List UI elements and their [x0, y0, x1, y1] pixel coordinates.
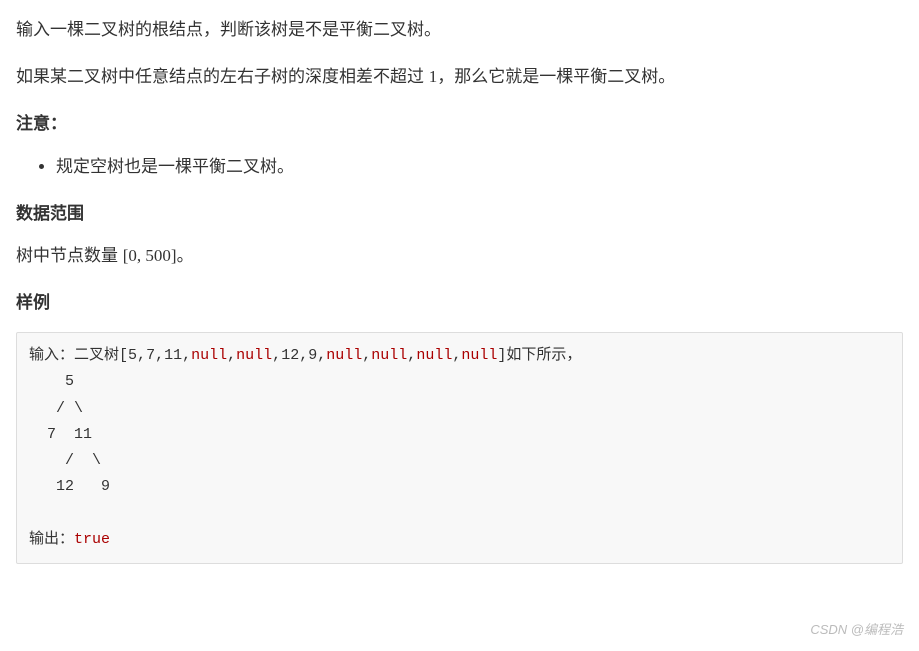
comma: ,	[227, 347, 236, 364]
val-7: 7	[146, 347, 155, 364]
watermark: CSDN @编程浩	[810, 619, 903, 641]
comma: ,	[182, 347, 191, 364]
data-range-heading: 数据范围	[16, 200, 903, 229]
null-5: null	[416, 347, 452, 364]
code-input-label: 输入：二叉树	[29, 347, 119, 364]
tree-line-4: / \	[29, 452, 101, 469]
comma: ,	[155, 347, 164, 364]
comma: ,	[137, 347, 146, 364]
null-1: null	[191, 347, 227, 364]
number-one: 1	[429, 67, 438, 86]
tree-line-3: 7 11	[29, 426, 92, 443]
comma: ,	[272, 347, 281, 364]
null-4: null	[371, 347, 407, 364]
null-3: null	[326, 347, 362, 364]
range-interval: [0, 500]	[123, 246, 177, 265]
code-output-value: true	[74, 531, 110, 548]
val-5: 5	[128, 347, 137, 364]
problem-statement-1: 输入一棵二叉树的根结点，判断该树是不是平衡二叉树。	[16, 16, 903, 45]
comma: ,	[317, 347, 326, 364]
code-after-array: 如下所示，	[506, 347, 581, 364]
comma: ,	[362, 347, 371, 364]
val-11: 11	[164, 347, 182, 364]
text-after-num: ，那么它就是一棵平衡二叉树。	[437, 67, 675, 86]
comma: ,	[299, 347, 308, 364]
comma: ,	[452, 347, 461, 364]
text-before-num: 如果某二叉树中任意结点的左右子树的深度相差不超过	[16, 67, 429, 86]
null-6: null	[461, 347, 497, 364]
val-12: 12	[281, 347, 299, 364]
notice-list: 规定空树也是一棵平衡二叉树。	[16, 153, 903, 182]
sample-heading: 样例	[16, 289, 903, 318]
tree-line-2: / \	[29, 400, 83, 417]
tree-line-1: 5	[29, 373, 74, 390]
range-prefix: 树中节点数量	[16, 246, 123, 265]
notice-heading: 注意：	[16, 110, 903, 139]
data-range-text: 树中节点数量 [0, 500]。	[16, 242, 903, 271]
range-suffix: 。	[177, 246, 194, 265]
notice-item-1: 规定空树也是一棵平衡二叉树。	[56, 153, 903, 182]
problem-statement-2: 如果某二叉树中任意结点的左右子树的深度相差不超过 1，那么它就是一棵平衡二叉树。	[16, 63, 903, 92]
comma: ,	[407, 347, 416, 364]
null-2: null	[236, 347, 272, 364]
tree-line-5: 12 9	[29, 478, 110, 495]
val-9: 9	[308, 347, 317, 364]
bracket-open: [	[119, 347, 128, 364]
code-output-label: 输出：	[29, 531, 74, 548]
sample-code-block: 输入：二叉树[5,7,11,null,null,12,9,null,null,n…	[16, 332, 903, 564]
